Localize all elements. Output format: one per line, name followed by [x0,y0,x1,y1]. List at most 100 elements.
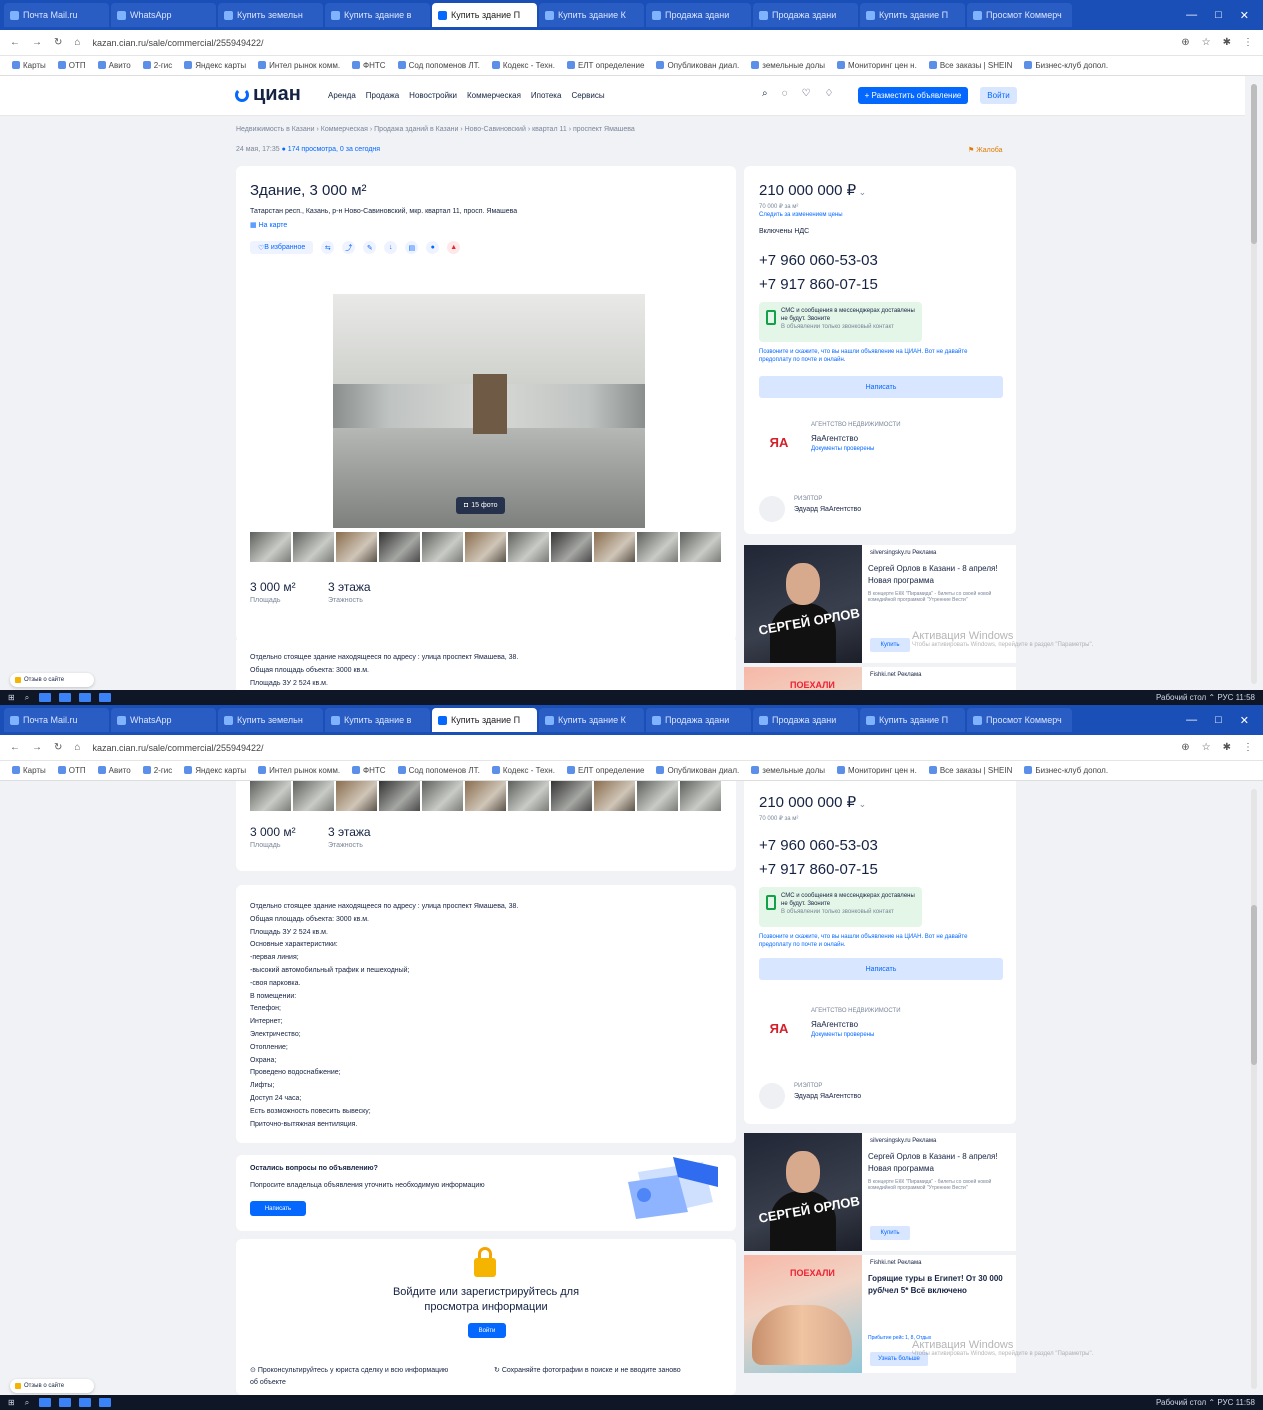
compare-icon[interactable]: ⇆ [321,241,335,254]
browser-tab[interactable]: Купить земельн [218,3,323,27]
close-window-button[interactable]: ✕ [1240,714,1249,727]
photo-count-badge[interactable]: ◘ 15 фото [456,497,506,514]
browser-tab[interactable]: Купить здание в [325,708,430,732]
search-icon[interactable]: ⌕ [762,88,768,99]
ad-headline[interactable]: Сергей Орлов в Казани - 8 апреля! Новая … [868,1151,1008,1175]
post-ad-button[interactable]: + Разместить объявление [858,87,968,104]
bookmark[interactable]: Мониторинг цен н. [837,766,917,775]
photo-thumbnail[interactable] [336,781,377,811]
nav-item-commercial[interactable]: Коммерческая [467,91,521,100]
page-scrollbar[interactable] [1251,84,1257,684]
ad-headline[interactable]: Сергей Орлов в Казани - 8 апреля! Новая … [868,563,1008,587]
phone-1[interactable]: +7 960 060-53-03 [759,252,878,269]
bookmark[interactable]: ФНТС [352,61,386,70]
bookmark[interactable]: земельные долы [751,766,825,775]
zoom-icon[interactable]: ⊕ [1181,37,1189,48]
bookmark[interactable]: Кодекс - Техн. [492,61,555,70]
feedback-button[interactable]: Отзыв о сайте [10,673,94,687]
taskbar-app-icon[interactable] [79,693,92,702]
photo-thumbnail[interactable] [250,532,291,562]
chevron-down-icon[interactable]: ⌄ [856,187,867,197]
bookmark[interactable]: Опубликован диал. [656,61,739,70]
print-icon[interactable]: ▤ [405,241,419,254]
windows-start-icon[interactable]: ⊞ [8,1398,15,1407]
photo-thumbnail[interactable] [293,781,334,811]
browser-tab-active[interactable]: Купить здание П [432,3,537,27]
bookmark[interactable]: земельные долы [751,61,825,70]
ad-banner-2[interactable]: ПОЕХАЛИ Fishki.net Реклама [744,667,1016,690]
photo-thumbnail[interactable] [637,532,678,562]
bookmark[interactable]: ЕЛТ определение [567,61,645,70]
browser-tab[interactable]: WhatsApp [111,3,216,27]
taskbar-app-icon[interactable] [59,1398,72,1407]
browser-tab[interactable]: Купить здание К [539,708,644,732]
chevron-down-icon[interactable]: ⌄ [856,799,867,809]
feedback-button[interactable]: Отзыв о сайте [10,1379,94,1393]
nav-item-sale[interactable]: Продажа [366,91,399,100]
ad-buy-button[interactable]: Купить [870,638,910,652]
signin-button[interactable]: Войти [468,1323,506,1338]
close-window-button[interactable]: ✕ [1240,9,1249,22]
back-icon[interactable]: ← [10,742,20,753]
minimize-button[interactable]: — [1186,714,1197,727]
bookmark[interactable]: Карты [12,766,46,775]
listing-address[interactable]: Татарстан респ., Казань, р-н Ново-Савино… [250,208,517,215]
browser-tab[interactable]: Просмот Коммерч [967,3,1072,27]
maximize-button[interactable]: □ [1215,714,1222,727]
views-link[interactable]: 174 просмотра, 0 за сегодня [288,146,380,153]
reload-icon[interactable]: ↻ [54,742,62,753]
nav-item-services[interactable]: Сервисы [571,91,604,100]
warning-text[interactable]: Позвоните и скажите, что вы нашли объявл… [759,348,991,364]
bookmark[interactable]: Опубликован диал. [656,766,739,775]
browser-tab[interactable]: Купить земельн [218,708,323,732]
phone-1[interactable]: +7 960 060-53-03 [759,837,878,854]
scrollbar-thumb[interactable] [1251,84,1257,244]
photo-thumbnail[interactable] [465,781,506,811]
photo-thumbnail[interactable] [680,781,721,811]
star-icon[interactable]: ☆ [1202,742,1211,753]
bookmark[interactable]: 2-гис [143,61,173,70]
photo-thumbnail[interactable] [680,532,721,562]
taskbar-search-icon[interactable]: ⌕ [25,1398,29,1408]
photo-thumbnail[interactable] [551,781,592,811]
zoom-icon[interactable]: ⊕ [1181,742,1189,753]
realtor-name[interactable]: Эдуард ЯаАгентство [794,506,861,513]
login-button[interactable]: Войти [980,87,1017,104]
nav-item-rent[interactable]: Аренда [328,91,356,100]
bookmark[interactable]: ЕЛТ определение [567,766,645,775]
system-tray[interactable]: Рабочий стол ⌃ РУС 11:58 [1156,693,1255,702]
bookmark[interactable]: Все заказы | SHEIN [929,766,1013,775]
browser-tab[interactable]: Просмот Коммерч [967,708,1072,732]
cian-logo[interactable]: циан [235,83,301,106]
phone-2[interactable]: +7 917 860-07-15 [759,861,878,878]
bookmark[interactable]: Яндекс карты [184,766,246,775]
photo-thumbnail[interactable] [293,532,334,562]
taskbar-app-icon[interactable] [39,1398,52,1407]
windows-start-icon[interactable]: ⊞ [8,693,15,702]
photo-thumbnail[interactable] [508,532,549,562]
extensions-icon[interactable]: ✱ [1223,742,1231,753]
photo-thumbnail[interactable] [465,532,506,562]
bookmark[interactable]: Авито [98,61,131,70]
bookmark[interactable]: Кодекс - Техн. [492,766,555,775]
nav-item-new-buildings[interactable]: Новостройки [409,91,457,100]
menu-icon[interactable]: ⋮ [1243,742,1253,753]
ask-owner-button[interactable]: Написать [250,1201,306,1216]
comment-icon[interactable]: ● [426,241,440,254]
bookmark[interactable]: ОТП [58,766,86,775]
bookmark[interactable]: Сод попоменов ЛТ. [398,766,480,775]
star-icon[interactable]: ☆ [1202,37,1211,48]
browser-tab[interactable]: Купить здание П [860,708,965,732]
report-link[interactable]: ⚑ Жалоба [968,146,1002,154]
browser-tab[interactable]: Продажа здани [646,3,751,27]
browser-tab[interactable]: Почта Mail.ru [4,3,109,27]
ad-banner-1[interactable]: СЕРГЕЙ ОРЛОВ silversingsky.ru Реклама Се… [744,1133,1016,1251]
main-photo[interactable]: ◘ 15 фото [333,294,645,528]
home-icon[interactable]: ⌂ [74,742,80,753]
scrollbar-thumb[interactable] [1251,905,1257,1065]
photo-thumbnail[interactable] [594,532,635,562]
bookmark[interactable]: 2-гис [143,766,173,775]
bookmark[interactable]: Бизнес-клуб допол. [1024,766,1108,775]
nav-item-mortgage[interactable]: Ипотека [531,91,562,100]
breadcrumb[interactable]: Недвижимость в Казани › Коммерческая › П… [236,126,635,133]
